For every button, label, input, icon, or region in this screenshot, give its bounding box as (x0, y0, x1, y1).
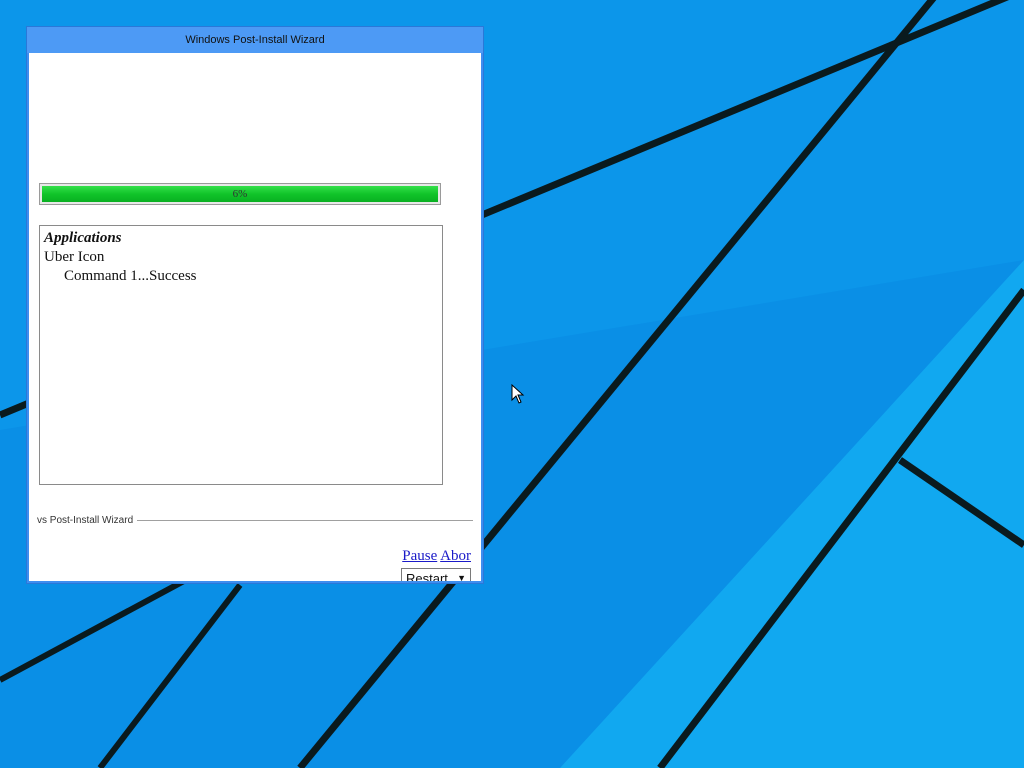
restart-dropdown[interactable]: Restart ▼ (401, 568, 471, 581)
chevron-down-icon: ▼ (457, 573, 466, 581)
footer-label: vs Post-Install Wizard (37, 515, 138, 526)
log-line-command: Command 1...Success (64, 268, 197, 284)
log-heading: Applications (44, 230, 122, 246)
pause-link[interactable]: Pause (402, 548, 437, 564)
install-log[interactable]: Applications Uber Icon Command 1...Succe… (39, 225, 443, 485)
mouse-cursor-icon (511, 384, 525, 404)
progress-percent: 6% (232, 188, 248, 200)
wizard-window[interactable]: Windows Post-Install Wizard 6% Applicati… (26, 26, 484, 584)
abort-link[interactable]: Abor (440, 548, 471, 564)
restart-label: Restart (406, 571, 448, 581)
window-title[interactable]: Windows Post-Install Wizard (27, 27, 483, 53)
progress-bar: 6% (39, 183, 441, 205)
action-links: Pause Abor (402, 548, 471, 565)
wizard-client-area: 6% Applications Uber Icon Command 1...Su… (29, 53, 481, 581)
log-line-app: Uber Icon (44, 249, 105, 265)
